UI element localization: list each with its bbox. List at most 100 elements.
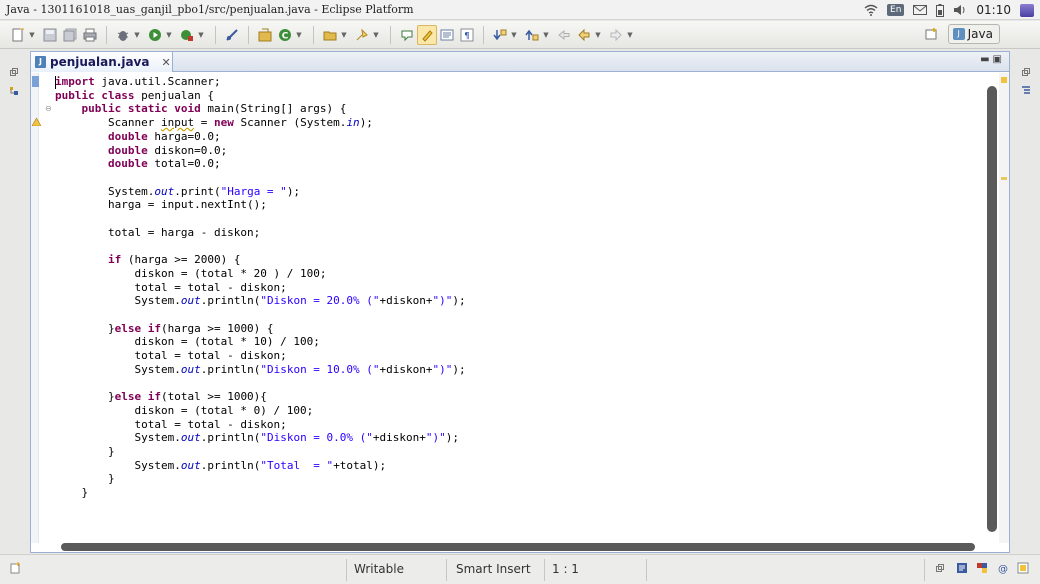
print-icon[interactable] — [80, 25, 100, 45]
battery-icon[interactable] — [936, 3, 945, 17]
run-icon[interactable] — [145, 25, 165, 45]
paragraph-icon[interactable]: ¶ — [457, 25, 477, 45]
code-line[interactable]: diskon = (total * 0) / 100; — [55, 404, 313, 418]
overview-warning-marker[interactable] — [1001, 77, 1007, 83]
open-type-icon[interactable] — [320, 25, 340, 45]
code-line[interactable]: double total=0.0; — [55, 157, 221, 171]
code-token: input — [160, 116, 195, 130]
new-item-status-icon[interactable] — [10, 562, 22, 577]
close-icon[interactable]: ✕ — [161, 56, 170, 69]
back-dropdown-chevron-icon[interactable]: ▼ — [594, 31, 602, 39]
code-line[interactable]: if (harga >= 2000) { — [55, 253, 240, 267]
code-line[interactable]: total = total - diskon; — [55, 281, 286, 295]
highlight-icon[interactable] — [417, 24, 437, 45]
tasks-icon[interactable] — [956, 562, 968, 577]
debug-icon[interactable] — [113, 25, 133, 45]
save-all-icon[interactable] — [60, 25, 80, 45]
declaration-icon[interactable] — [1017, 562, 1029, 577]
open-type-dropdown-chevron-icon[interactable]: ▼ — [340, 31, 348, 39]
keyboard-layout-indicator[interactable]: En — [887, 4, 905, 16]
toggle-breakpoint-icon[interactable] — [222, 25, 242, 45]
code-token: (harga >= 1000) { — [160, 321, 274, 335]
overview-marker[interactable] — [1001, 177, 1007, 180]
new-class-icon[interactable]: C — [275, 25, 295, 45]
save-icon[interactable] — [40, 25, 60, 45]
problems-icon[interactable] — [976, 562, 988, 577]
vertical-scroll-thumb[interactable] — [987, 86, 997, 532]
debug-dropdown-chevron-icon[interactable]: ▼ — [133, 31, 141, 39]
code-line[interactable]: System.out.println("Diskon = 0.0% ("+dis… — [55, 431, 459, 445]
code-line[interactable]: } — [55, 445, 115, 459]
code-line[interactable]: Scanner input = new Scanner (System.in); — [55, 116, 373, 130]
code-line[interactable]: System.out.println("Total = "+total); — [55, 459, 386, 473]
mark-occurrences-icon[interactable] — [397, 25, 417, 45]
code-line[interactable]: diskon = (total * 10) / 100; — [55, 335, 319, 349]
code-line[interactable]: double diskon=0.0; — [55, 144, 227, 158]
previous-annotation-icon[interactable] — [522, 25, 542, 45]
forward-icon[interactable] — [606, 25, 626, 45]
code-line[interactable]: } — [55, 486, 88, 500]
java-perspective-button[interactable]: J Java — [947, 24, 1000, 44]
javadoc-icon[interactable]: @ — [997, 562, 1009, 577]
clock[interactable]: 01:10 — [976, 3, 1011, 17]
previous-annotation-dropdown-chevron-icon[interactable]: ▼ — [542, 31, 550, 39]
horizontal-scroll-thumb[interactable] — [61, 543, 975, 551]
vertical-scrollbar[interactable] — [987, 78, 997, 534]
code-line[interactable]: }else if(total >= 1000){ — [55, 390, 267, 404]
code-line[interactable]: double harga=0.0; — [55, 130, 221, 144]
new-java-project-icon[interactable] — [255, 25, 275, 45]
restore-icon[interactable] — [10, 68, 18, 79]
fold-icon[interactable]: ⊖ — [45, 104, 52, 113]
wifi-icon[interactable] — [864, 4, 878, 16]
code-line[interactable]: public static void main(String[] args) { — [55, 102, 347, 116]
next-annotation-icon[interactable] — [490, 25, 510, 45]
package-explorer-icon[interactable] — [9, 86, 19, 99]
code-line[interactable]: import java.util.Scanner; — [55, 75, 221, 89]
search-dropdown-chevron-icon[interactable]: ▼ — [372, 31, 380, 39]
volume-icon[interactable] — [953, 4, 967, 16]
code-line[interactable]: System.out.println("Diskon = 10.0% ("+di… — [55, 363, 465, 377]
restore-right-icon[interactable] — [1022, 68, 1030, 79]
code-line[interactable]: }else if(harga >= 1000) { — [55, 322, 274, 336]
code-token: .println( — [200, 458, 261, 472]
editor-tab-penjualan[interactable]: J penjualan.java ✕ — [31, 52, 173, 72]
new-class-dropdown-chevron-icon[interactable]: ▼ — [295, 31, 303, 39]
code-line[interactable]: } — [55, 472, 115, 486]
restore-status-icon[interactable] — [936, 562, 944, 575]
show-whitespace-icon[interactable] — [437, 25, 457, 45]
code-line[interactable]: total = total - diskon; — [55, 349, 286, 363]
keyword-token: double — [107, 157, 148, 171]
cursor-position-status: 1 : 1 — [552, 562, 579, 576]
minimize-icon[interactable]: ▬ — [980, 54, 992, 65]
new-icon[interactable] — [8, 25, 28, 45]
code-token: ); — [452, 294, 466, 308]
run-dropdown-chevron-icon[interactable]: ▼ — [165, 31, 173, 39]
horizontal-scrollbar[interactable] — [61, 542, 981, 552]
forward-dropdown-chevron-icon[interactable]: ▼ — [626, 31, 634, 39]
code-line[interactable]: public class penjualan { — [55, 89, 214, 103]
code-line[interactable]: total = harga - diskon; — [55, 226, 260, 240]
user-icon[interactable] — [1020, 3, 1034, 17]
warning-icon[interactable] — [31, 117, 42, 129]
code-line[interactable]: total = total - diskon; — [55, 418, 286, 432]
code-line[interactable]: System.out.println("Diskon = 20.0% ("+di… — [55, 294, 466, 308]
code-editor[interactable]: import java.util.Scanner; public class pe… — [55, 75, 985, 541]
mail-icon[interactable] — [913, 5, 928, 15]
code-line[interactable]: harga = input.nextInt(); — [55, 198, 267, 212]
string-token: "Total = " — [260, 458, 334, 472]
code-line[interactable]: System.out.print("Harga = "); — [55, 185, 300, 199]
maximize-icon[interactable]: ▣ — [993, 54, 1005, 65]
toolbar-separator — [248, 25, 249, 44]
last-edit-icon[interactable] — [554, 25, 574, 45]
outline-icon[interactable] — [1021, 86, 1031, 99]
run-external-icon[interactable] — [177, 25, 197, 45]
code-line[interactable]: diskon = (total * 20 ) / 100; — [55, 267, 326, 281]
field-token: out — [180, 294, 201, 308]
next-annotation-dropdown-chevron-icon[interactable]: ▼ — [510, 31, 518, 39]
open-perspective-icon[interactable] — [922, 24, 942, 44]
search-icon[interactable] — [352, 25, 372, 45]
code-token: = — [194, 116, 214, 130]
back-icon[interactable] — [574, 25, 594, 45]
run-external-dropdown-chevron-icon[interactable]: ▼ — [197, 31, 205, 39]
new-dropdown-chevron-icon[interactable]: ▼ — [28, 31, 36, 39]
